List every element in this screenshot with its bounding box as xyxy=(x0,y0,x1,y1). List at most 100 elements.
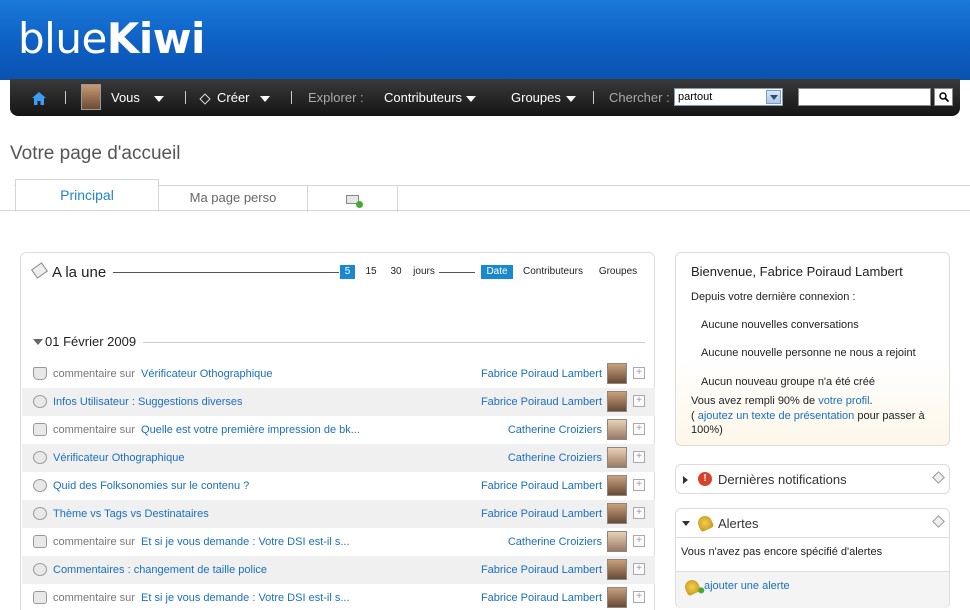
feed-row-link[interactable]: Vérificateur Othographique xyxy=(141,368,272,380)
profile-link[interactable]: votre profil xyxy=(818,395,869,407)
feed-row-author[interactable]: Fabrice Poiraud Lambert xyxy=(481,556,602,584)
alerts-box: Alertes Vous n'avez pas encore spécifié … xyxy=(675,508,950,608)
expand-plus-icon[interactable]: + xyxy=(633,507,645,519)
collapse-caret-icon[interactable] xyxy=(33,339,43,345)
feed-row[interactable]: commentaire sur Et si je vous demande : … xyxy=(22,584,655,610)
expand-plus-icon[interactable]: + xyxy=(633,395,645,407)
nav-groupes-menu[interactable]: Groupes xyxy=(511,79,576,116)
expand-plus-icon[interactable]: + xyxy=(633,479,645,491)
notifications-box[interactable]: ! Dernières notifications xyxy=(675,464,950,494)
feed-row-author[interactable]: Fabrice Poiraud Lambert xyxy=(481,360,602,388)
feed-row-author[interactable]: Fabrice Poiraud Lambert xyxy=(481,584,602,610)
avatar[interactable] xyxy=(607,391,627,412)
feed-row[interactable]: Thème vs Tags vs Destinataires Fabrice Po… xyxy=(22,500,655,528)
avatar[interactable] xyxy=(607,559,627,580)
feed-row-author[interactable]: Fabrice Poiraud Lambert xyxy=(481,388,602,416)
idea-icon xyxy=(33,563,47,576)
warning-icon: ! xyxy=(698,472,712,486)
feed-row-link[interactable]: Vérificateur Othographique xyxy=(53,452,184,464)
welcome-item: Aucune nouvelles conversations xyxy=(701,319,859,331)
feed-row[interactable]: commentaire sur Vérificateur Othographiq… xyxy=(22,360,655,388)
expand-plus-icon[interactable]: + xyxy=(633,451,645,463)
feed-row-link[interactable]: Quid des Folksonomies sur le contenu ? xyxy=(53,480,249,492)
edit-icon[interactable] xyxy=(932,515,945,528)
idea-icon xyxy=(33,451,47,464)
tab-ma-page-perso[interactable]: Ma page perso xyxy=(159,186,308,212)
idea-icon xyxy=(33,479,47,492)
avatar[interactable] xyxy=(607,531,627,552)
home-icon[interactable] xyxy=(32,79,46,116)
add-alert-icon[interactable] xyxy=(682,577,702,597)
feed-row[interactable]: Infos Utilisateur : Suggestions diverses… xyxy=(22,388,655,416)
feed-row-text: commentaire sur Vérificateur Othographiq… xyxy=(53,360,273,388)
sort-filter-groupes[interactable]: Groupes xyxy=(594,265,642,279)
chevron-down-icon xyxy=(565,95,576,102)
feed-row-author[interactable]: Fabrice Poiraud Lambert xyxy=(481,500,602,528)
tab-principal[interactable]: Principal xyxy=(15,179,159,212)
avatar[interactable] xyxy=(607,475,627,496)
feed-row-author[interactable]: Catherine Croiziers xyxy=(508,416,602,444)
period-filter-15[interactable]: 15 xyxy=(362,265,380,279)
search-input[interactable] xyxy=(798,88,931,106)
feed-row-author[interactable]: Fabrice Poiraud Lambert xyxy=(481,472,602,500)
feed-row[interactable]: commentaire sur Et si je vous demande : … xyxy=(22,528,655,556)
collapse-caret-icon[interactable] xyxy=(682,521,690,526)
sort-filter-date[interactable]: Date xyxy=(481,265,513,279)
search-button[interactable] xyxy=(934,88,953,106)
feed-row-author[interactable]: Catherine Croiziers xyxy=(508,528,602,556)
expand-plus-icon[interactable]: + xyxy=(633,535,645,547)
bell-icon xyxy=(695,513,715,533)
nav-separator xyxy=(593,91,594,104)
expand-plus-icon[interactable]: + xyxy=(633,423,645,435)
nav-vous-menu[interactable]: Vous xyxy=(111,79,164,116)
search-icon xyxy=(938,92,949,103)
avatar[interactable] xyxy=(607,587,627,608)
sort-filter-contributeurs[interactable]: Contributeurs xyxy=(519,265,587,279)
notifications-title[interactable]: Dernières notifications xyxy=(718,472,847,487)
bluekiwi-logo[interactable]: blueKiwi xyxy=(18,14,205,63)
avatar[interactable] xyxy=(607,363,627,384)
feed-row-link[interactable]: Thème vs Tags vs Destinataires xyxy=(53,508,209,520)
alerts-title[interactable]: Alertes xyxy=(718,516,758,531)
expand-plus-icon[interactable]: + xyxy=(633,563,645,575)
edit-icon[interactable] xyxy=(932,471,945,484)
date-rule xyxy=(143,342,645,343)
feed-row[interactable]: commentaire sur Quelle est votre premièr… xyxy=(22,416,655,444)
add-presentation-link[interactable]: ajoutez un texte de présentation xyxy=(698,410,855,422)
date-group-header[interactable]: 01 Février 2009 xyxy=(45,334,136,349)
presentation-end: 100%) xyxy=(691,424,723,436)
feed-row-prefix: commentaire sur xyxy=(53,536,135,548)
feed-row[interactable]: Vérificateur Othographique Catherine Croi… xyxy=(22,444,655,472)
feed-row-link[interactable]: Infos Utilisateur : Suggestions diverses xyxy=(53,396,243,408)
user-avatar[interactable] xyxy=(81,84,101,110)
feed-row-link[interactable]: Et si je vous demande : Votre DSI est-il… xyxy=(141,536,349,548)
nav-separator xyxy=(65,91,66,104)
expand-plus-icon[interactable]: + xyxy=(633,367,645,379)
feed-row-link[interactable]: Et si je vous demande : Votre DSI est-il… xyxy=(141,592,349,604)
feed-row-text: Commentaires : changement de taille poli… xyxy=(53,556,267,584)
nav-contributeurs-menu[interactable]: Contributeurs xyxy=(384,79,477,116)
feed-row-text: Quid des Folksonomies sur le contenu ? xyxy=(53,472,249,500)
add-alert-link[interactable]: ajouter une alerte xyxy=(704,580,790,592)
feed-row[interactable]: Quid des Folksonomies sur le contenu ? Fa… xyxy=(22,472,655,500)
feed-row[interactable]: Commentaires : changement de taille poli… xyxy=(22,556,655,584)
add-tab-button[interactable] xyxy=(308,186,398,212)
nav-creer-label: Créer xyxy=(217,90,250,105)
main-navbar: Vous Créer Explorer : Contributeurs Grou… xyxy=(10,79,960,116)
feed-row-link[interactable]: Commentaires : changement de taille poli… xyxy=(53,564,267,576)
period-filter-30[interactable]: 30 xyxy=(387,265,405,279)
avatar[interactable] xyxy=(607,503,627,524)
thumb-up-icon xyxy=(33,367,47,380)
nav-creer-menu[interactable]: Créer xyxy=(199,79,270,116)
search-scope-select[interactable]: partout xyxy=(674,88,783,106)
tag-icon xyxy=(31,262,48,279)
feed-row-text: Vérificateur Othographique xyxy=(53,444,184,472)
expand-plus-icon[interactable]: + xyxy=(633,591,645,603)
avatar[interactable] xyxy=(607,419,627,440)
feed-row-link[interactable]: Quelle est votre première impression de … xyxy=(141,424,360,436)
avatar[interactable] xyxy=(607,447,627,468)
period-filter-5[interactable]: 5 xyxy=(340,265,355,279)
feed-row-text: commentaire sur Quelle est votre premièr… xyxy=(53,416,360,444)
expand-caret-icon[interactable] xyxy=(683,476,688,484)
feed-row-author[interactable]: Catherine Croiziers xyxy=(508,444,602,472)
